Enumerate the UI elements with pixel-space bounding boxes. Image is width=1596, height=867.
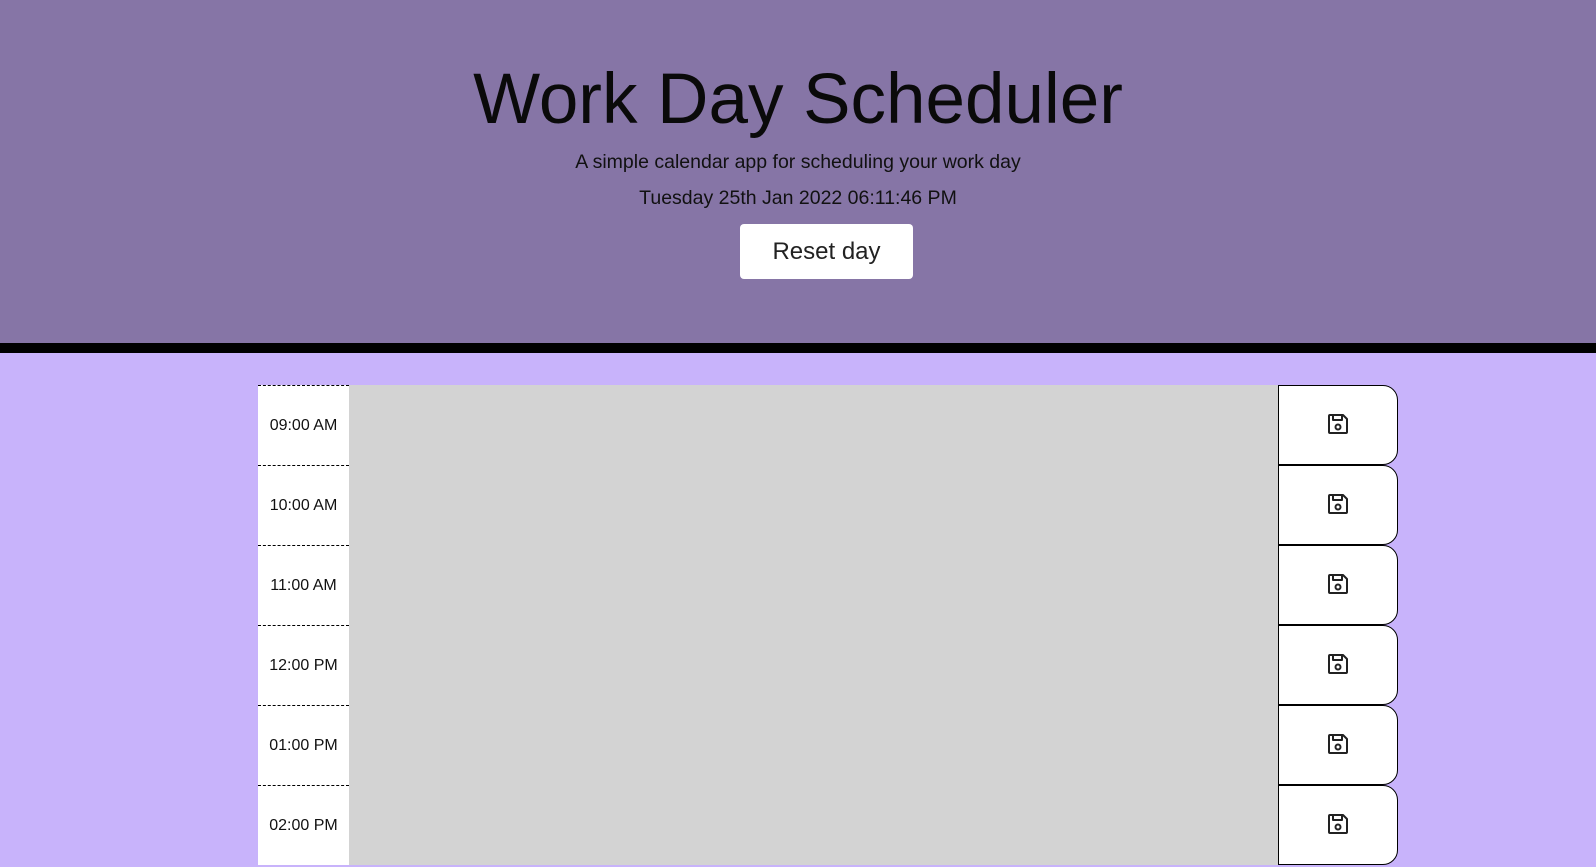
save-icon xyxy=(1326,492,1350,519)
reset-day-button[interactable]: Reset day xyxy=(740,224,913,279)
event-textarea[interactable] xyxy=(349,545,1278,625)
event-textarea[interactable] xyxy=(349,385,1278,465)
save-button[interactable] xyxy=(1278,465,1398,545)
current-datetime: Tuesday 25th Jan 2022 06:11:46 PM xyxy=(639,187,957,209)
hour-label: 10:00 AM xyxy=(258,465,349,545)
page-title: Work Day Scheduler xyxy=(473,60,1123,139)
save-button[interactable] xyxy=(1278,705,1398,785)
hour-label: 01:00 PM xyxy=(258,705,349,785)
save-icon xyxy=(1326,732,1350,759)
hour-label: 11:00 AM xyxy=(258,545,349,625)
event-textarea[interactable] xyxy=(349,625,1278,705)
header: Work Day Scheduler A simple calendar app… xyxy=(0,0,1596,353)
time-block: 01:00 PM xyxy=(258,705,1398,785)
schedule: 09:00 AM 10:00 AM 11:00 AM 12:00 PM 01:0… xyxy=(258,385,1398,865)
hour-label: 02:00 PM xyxy=(258,785,349,865)
save-icon xyxy=(1326,812,1350,839)
time-block: 12:00 PM xyxy=(258,625,1398,705)
time-block: 02:00 PM xyxy=(258,785,1398,865)
save-button[interactable] xyxy=(1278,625,1398,705)
hour-label: 09:00 AM xyxy=(258,385,349,465)
time-block: 10:00 AM xyxy=(258,465,1398,545)
event-textarea[interactable] xyxy=(349,465,1278,545)
event-textarea[interactable] xyxy=(349,785,1278,865)
save-button[interactable] xyxy=(1278,785,1398,865)
save-icon xyxy=(1326,572,1350,599)
save-button[interactable] xyxy=(1278,545,1398,625)
time-block: 09:00 AM xyxy=(258,385,1398,465)
hour-label: 12:00 PM xyxy=(258,625,349,705)
event-textarea[interactable] xyxy=(349,705,1278,785)
save-icon xyxy=(1326,652,1350,679)
save-icon xyxy=(1326,412,1350,439)
time-block: 11:00 AM xyxy=(258,545,1398,625)
page-subtitle: A simple calendar app for scheduling you… xyxy=(575,151,1021,173)
save-button[interactable] xyxy=(1278,385,1398,465)
